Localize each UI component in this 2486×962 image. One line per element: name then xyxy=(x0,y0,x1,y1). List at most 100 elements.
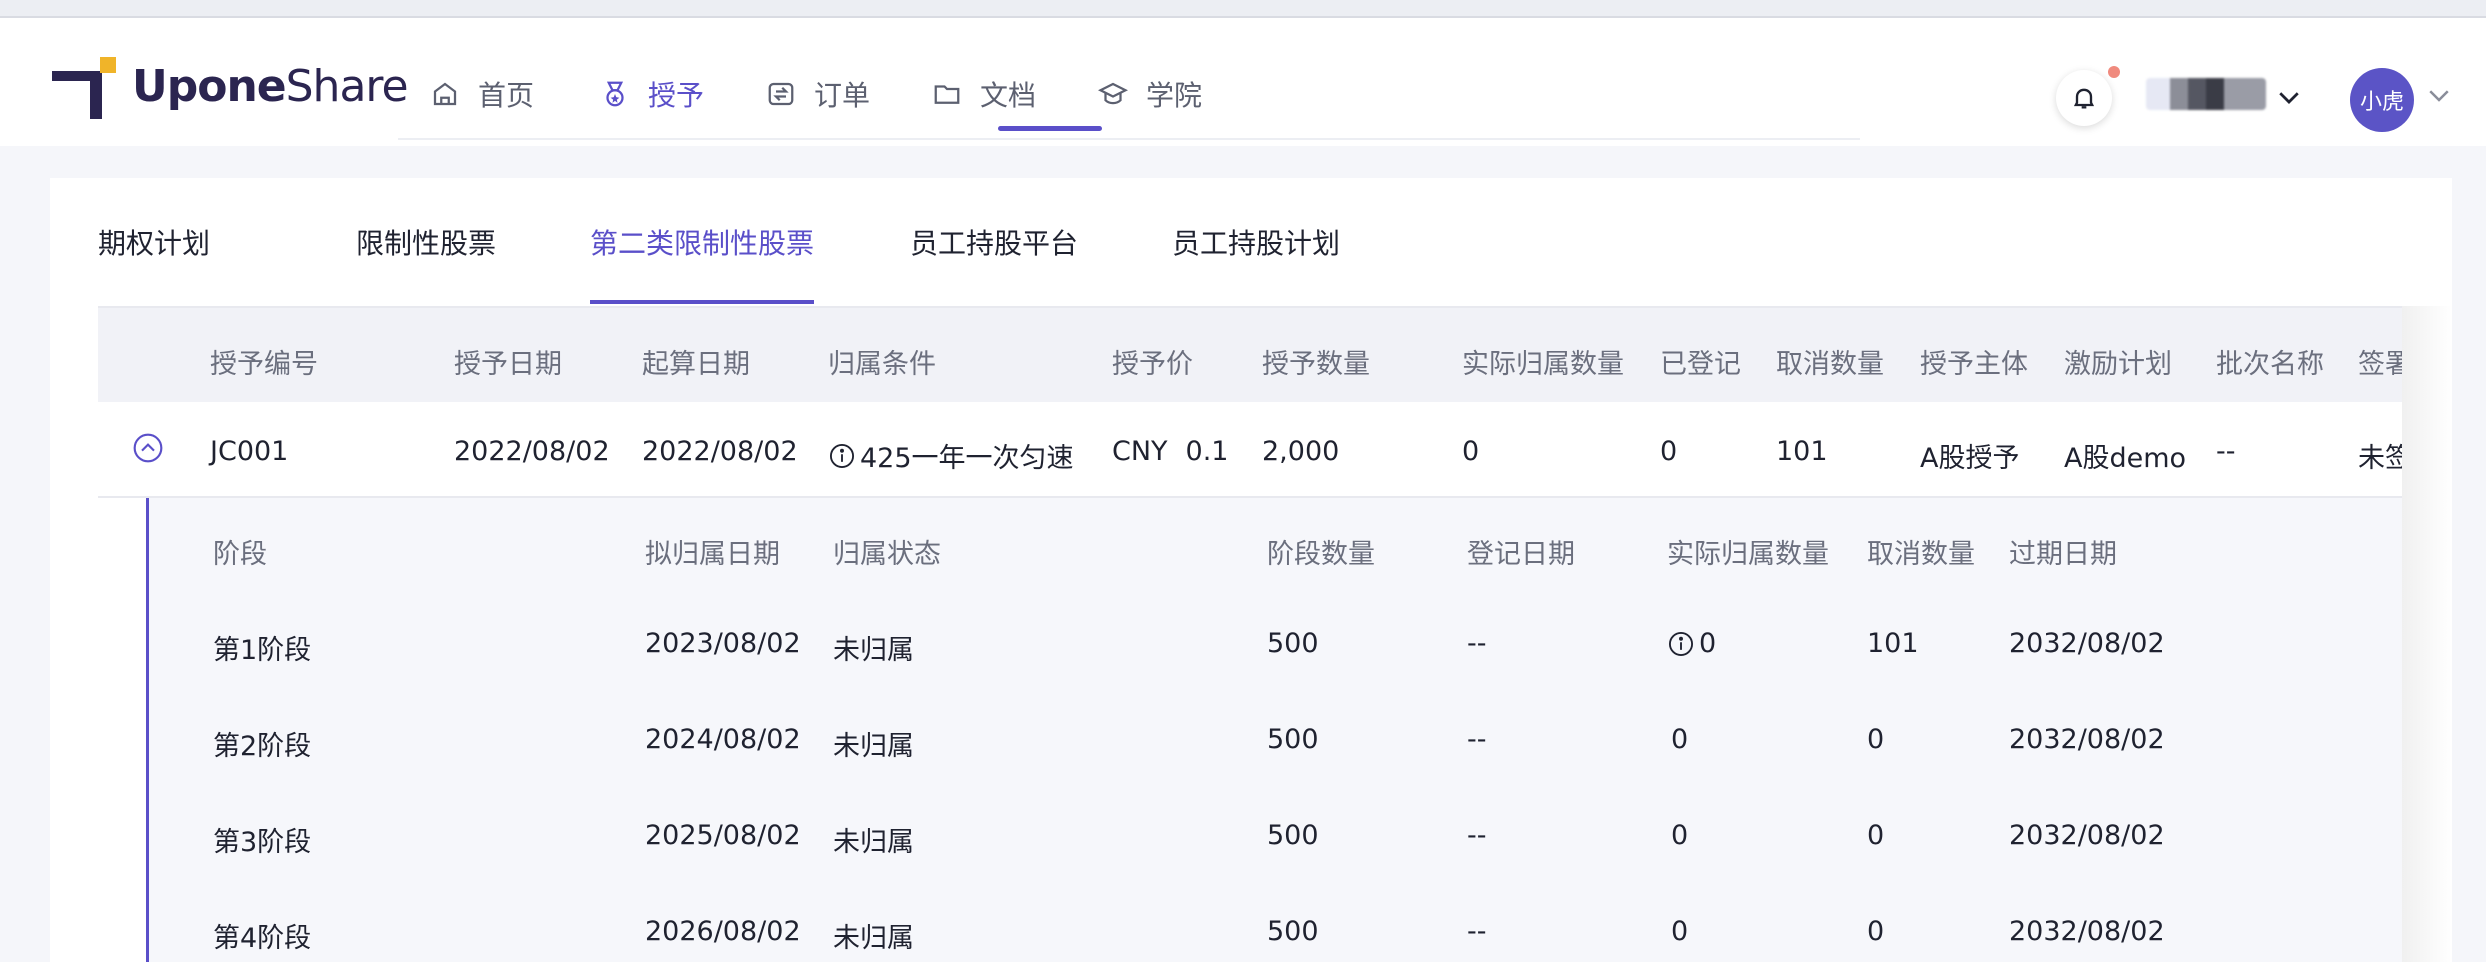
nav-item-label: 学院 xyxy=(1146,79,1203,112)
main-card: 期权计划 限制性股票 第二类限制性股票 员工持股平台 员工持股计划 授予编号 授… xyxy=(50,178,2452,962)
cancelled-quantity: 101 xyxy=(1776,436,1828,467)
stage-name: 第4阶段 xyxy=(213,923,312,954)
stage-name: 第2阶段 xyxy=(213,731,312,762)
column-header[interactable]: 归属条件 xyxy=(828,342,936,381)
column-header[interactable]: 已登记 xyxy=(1660,342,1741,381)
graduation-cap-icon xyxy=(1098,82,1128,105)
column-header: 归属状态 xyxy=(833,539,941,570)
nav-item-grant[interactable]: 授予 xyxy=(600,74,704,114)
company-selector[interactable] xyxy=(2146,78,2266,110)
horizontal-scroll-shadow xyxy=(2402,306,2452,962)
info-icon[interactable] xyxy=(1667,630,1695,658)
column-header[interactable]: 授予日期 xyxy=(454,342,562,381)
sign-status: 未签 xyxy=(2358,443,2402,474)
nav-item-label: 首页 xyxy=(478,79,535,112)
column-header[interactable]: 批次名称 xyxy=(2216,342,2324,381)
nav-item-label: 授予 xyxy=(648,79,705,112)
grant-entity: A股授予 xyxy=(1920,443,2020,474)
vesting-status: 未归属 xyxy=(833,923,914,954)
grant-number[interactable]: JC001 xyxy=(210,436,288,467)
registration-date: -- xyxy=(1467,916,1487,947)
column-header[interactable]: 授予价 xyxy=(1112,342,1193,381)
planned-vesting-date: 2024/08/02 xyxy=(645,724,801,755)
column-header[interactable]: 激励计划 xyxy=(2064,342,2172,381)
brand-logo[interactable]: UponeShare xyxy=(52,46,409,126)
incentive-plan: A股demo xyxy=(2064,443,2187,474)
bell-icon xyxy=(2073,88,2095,109)
column-header[interactable]: 取消数量 xyxy=(1776,342,1884,381)
nav-item-label: 文档 xyxy=(980,79,1037,112)
expiry-date: 2032/08/02 xyxy=(2009,916,2165,947)
registration-date: -- xyxy=(1467,628,1487,659)
cancelled-quantity: 101 xyxy=(1867,628,1919,659)
column-header[interactable]: 起算日期 xyxy=(642,342,750,381)
cancelled-quantity: 0 xyxy=(1867,724,1885,755)
column-header[interactable]: 授予数量 xyxy=(1262,342,1370,381)
notification-button[interactable] xyxy=(2056,70,2112,126)
logo-mark xyxy=(52,53,122,119)
stage-quantity: 500 xyxy=(1267,820,1319,851)
medal-icon xyxy=(606,81,624,107)
column-header[interactable]: 授予编号 xyxy=(210,342,318,381)
nav-item-orders[interactable]: 订单 xyxy=(766,74,870,114)
column-header: 取消数量 xyxy=(1867,539,1975,570)
nav-active-indicator xyxy=(998,126,1102,131)
folder-icon xyxy=(934,85,960,104)
table-row: 第4阶段 2026/08/02 未归属 500 -- 0 0 2032/08/0… xyxy=(149,882,2402,962)
cancelled-quantity: 0 xyxy=(1867,820,1885,851)
expiry-date: 2032/08/02 xyxy=(2009,820,2165,851)
tab-active-indicator xyxy=(590,300,814,304)
column-header: 实际归属数量 xyxy=(1667,539,1829,570)
column-header[interactable]: 授予主体 xyxy=(1920,342,2028,381)
column-header: 过期日期 xyxy=(2009,539,2117,570)
price-value: 0.1 xyxy=(1185,436,1229,467)
grant-date: 2022/08/02 xyxy=(454,436,610,467)
top-header: UponeShare 首页 授予 订单 文档 学院 小虎 xyxy=(0,18,2486,146)
tab-restricted-stock[interactable]: 限制性股票 xyxy=(356,222,496,262)
notification-dot xyxy=(2108,66,2120,78)
column-header[interactable]: 签署 xyxy=(2358,342,2402,381)
tab-employee-holding-platform[interactable]: 员工持股平台 xyxy=(910,222,1078,262)
planned-vesting-date: 2023/08/02 xyxy=(645,628,801,659)
nav-item-home[interactable]: 首页 xyxy=(430,74,534,114)
table-row[interactable]: JC001 2022/08/02 2022/08/02 425一年一次匀速 CN… xyxy=(98,402,2402,498)
column-header: 阶段数量 xyxy=(1267,539,1375,570)
info-icon[interactable] xyxy=(828,442,856,470)
registered: 0 xyxy=(1660,436,1678,467)
vesting-condition[interactable]: 425一年一次匀速 xyxy=(828,436,1074,475)
main-nav: 首页 授予 订单 文档 学院 xyxy=(398,56,1860,140)
actual-vested[interactable]: 0 xyxy=(1667,628,1716,659)
tab-option-plan[interactable]: 期权计划 xyxy=(98,222,210,262)
actual-vested: 0 xyxy=(1671,820,1689,851)
expiry-date: 2032/08/02 xyxy=(2009,628,2165,659)
price-currency: CNY xyxy=(1112,436,1168,467)
chevron-down-icon[interactable] xyxy=(2424,80,2454,110)
chevron-down-icon[interactable] xyxy=(2274,82,2304,112)
table-row: 第3阶段 2025/08/02 未归属 500 -- 0 0 2032/08/0… xyxy=(149,786,2402,882)
stage-quantity: 500 xyxy=(1267,724,1319,755)
tab-employee-stock-plan[interactable]: 员工持股计划 xyxy=(1172,222,1340,262)
vesting-condition-text: 425一年一次匀速 xyxy=(860,443,1074,474)
column-header[interactable]: 实际归属数量 xyxy=(1462,342,1624,381)
collapse-row-icon[interactable] xyxy=(132,432,164,464)
stage-quantity: 500 xyxy=(1267,916,1319,947)
vesting-status: 未归属 xyxy=(833,635,914,666)
tab-class-two-restricted-stock[interactable]: 第二类限制性股票 xyxy=(590,222,814,262)
registration-date: -- xyxy=(1467,820,1487,851)
column-header: 拟归属日期 xyxy=(645,539,780,570)
actual-vested-value: 0 xyxy=(1699,628,1717,659)
start-date: 2022/08/02 xyxy=(642,436,798,467)
nav-item-documents[interactable]: 文档 xyxy=(932,74,1036,114)
logo-text: UponeShare xyxy=(132,60,409,112)
stage-name: 第1阶段 xyxy=(213,635,312,666)
actual-vested: 0 xyxy=(1462,436,1480,467)
actual-vested: 0 xyxy=(1671,724,1689,755)
batch-name: -- xyxy=(2216,436,2236,467)
nav-item-academy[interactable]: 学院 xyxy=(1098,74,1202,114)
planned-vesting-date: 2026/08/02 xyxy=(645,916,801,947)
avatar[interactable]: 小虎 xyxy=(2350,68,2414,132)
table-row: 第1阶段 2023/08/02 未归属 500 -- 0 101 2032/08… xyxy=(149,594,2402,690)
browser-bookmarks-bar xyxy=(0,0,2486,18)
swap-icon xyxy=(768,82,794,106)
nav-item-label: 订单 xyxy=(814,79,871,112)
